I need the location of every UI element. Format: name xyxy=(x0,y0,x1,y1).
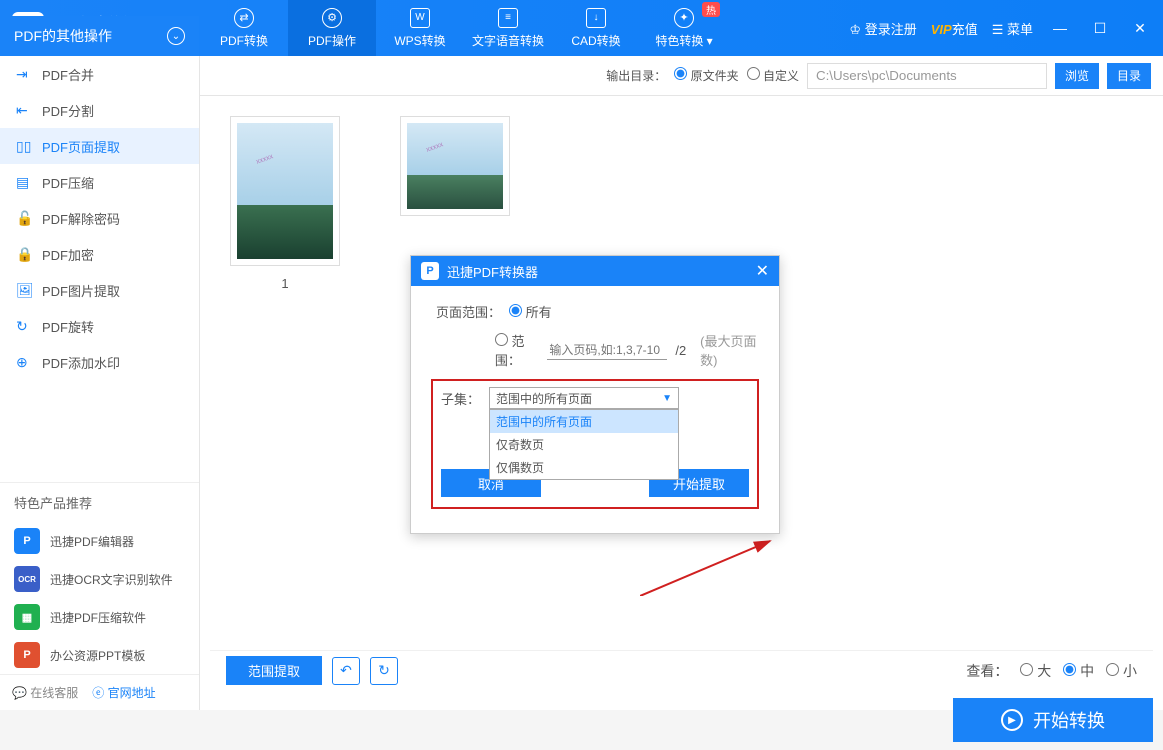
tab-cad-convert[interactable]: ↓CAD转换 xyxy=(552,0,640,56)
dialog-logo-icon: P xyxy=(421,262,439,280)
dialog-close-button[interactable]: ✕ xyxy=(756,261,769,281)
view-options: 查看： 大 中 小 xyxy=(966,661,1137,681)
undo-button[interactable]: ↶ xyxy=(332,657,360,685)
page-range-label: 页面范围： xyxy=(431,302,501,321)
sidebar-item-split[interactable]: ⇤PDF分割 xyxy=(0,92,199,128)
merge-icon: ⇥ xyxy=(16,66,32,83)
output-dir-label: 输出目录： xyxy=(606,67,666,84)
view-mid[interactable]: 中 xyxy=(1063,661,1094,681)
chevron-down-icon: ⌄ xyxy=(167,27,185,45)
subset-select[interactable]: 范围中的所有页面▼ 范围中的所有页面 仅奇数页 仅偶数页 xyxy=(489,387,679,409)
max-page-hint: (最大页面数) xyxy=(700,331,759,369)
radio-original-folder[interactable]: 原文件夹 xyxy=(674,67,738,84)
promo-ocr[interactable]: OCR迅捷OCR文字识别软件 xyxy=(0,560,199,598)
maximize-button[interactable]: ☐ xyxy=(1087,15,1113,41)
image-icon: 🖼 xyxy=(16,282,32,299)
thumbnail-1[interactable]: xxxxx 1 xyxy=(230,116,340,291)
view-big[interactable]: 大 xyxy=(1020,661,1051,681)
dropdown-triangle-icon: ▼ xyxy=(662,393,672,404)
thumbnail-image: xxxxx xyxy=(230,116,340,266)
sidebar-item-compress[interactable]: ▤PDF压缩 xyxy=(0,164,199,200)
plus-icon: ⊕ xyxy=(16,354,32,371)
login-link[interactable]: ♔ 登录注册 xyxy=(849,19,916,38)
sidebar-footer: 💬 在线客服 ⓔ 官网地址 xyxy=(0,674,199,710)
output-bar: 输出目录： 原文件夹 自定义 浏览 目录 xyxy=(200,56,1163,96)
sidebar-item-rotate[interactable]: ↻PDF旋转 xyxy=(0,308,199,344)
tab-pdf-convert[interactable]: ⇄PDF转换 xyxy=(200,0,288,56)
radio-custom-folder[interactable]: 自定义 xyxy=(747,67,799,84)
compress-icon: ▤ xyxy=(16,174,32,191)
thumbnail-image: xxxxx xyxy=(400,116,510,216)
thumbnail-label: 1 xyxy=(230,276,340,291)
promo-icon: P xyxy=(14,528,40,554)
extract-dialog: P 迅捷PDF转换器 ✕ 页面范围： 所有 范围： /2 (最大页面数) 子集：… xyxy=(410,255,780,534)
dialog-header: P 迅捷PDF转换器 ✕ xyxy=(411,256,779,286)
promo-header: 特色产品推荐 xyxy=(0,482,199,522)
view-label: 查看： xyxy=(966,661,1008,681)
dir-button[interactable]: 目录 xyxy=(1107,63,1151,89)
unlock-icon: 🔓 xyxy=(16,210,32,227)
close-button[interactable]: ✕ xyxy=(1127,15,1153,41)
browse-button[interactable]: 浏览 xyxy=(1055,63,1099,89)
bottom-bar: 范围提取 ↶ ↻ 查看： 大 中 小 xyxy=(210,650,1153,690)
dialog-body: 页面范围： 所有 范围： /2 (最大页面数) 子集： 范围中的所有页面▼ 范围… xyxy=(411,286,779,533)
gear-icon: ⚙ xyxy=(322,8,342,28)
lock-icon: 🔒 xyxy=(16,246,32,263)
top-tabs: ⇄PDF转换 ⚙PDF操作 WWPS转换 ≡文字语音转换 ↓CAD转换 热✦特色… xyxy=(200,0,728,56)
top-right-controls: ♔ 登录注册 VIP充值 ☰ 菜单 — ☐ ✕ xyxy=(849,15,1163,41)
online-service-link[interactable]: 💬 在线客服 xyxy=(12,684,78,701)
sidebar-header[interactable]: PDF的其他操作 ⌄ xyxy=(0,16,199,56)
subset-dropdown: 范围中的所有页面 仅奇数页 仅偶数页 xyxy=(489,409,679,480)
subset-highlight-box: 子集： 范围中的所有页面▼ 范围中的所有页面 仅奇数页 仅偶数页 取消 开始提取 xyxy=(431,379,759,509)
sidebar: PDF的其他操作 ⌄ ⇥PDF合并 ⇤PDF分割 ▯▯PDF页面提取 ▤PDF压… xyxy=(0,56,200,710)
voice-icon: ≡ xyxy=(498,8,518,28)
menu-link[interactable]: ☰ 菜单 xyxy=(992,19,1033,38)
option-odd[interactable]: 仅奇数页 xyxy=(490,433,678,456)
cad-icon: ↓ xyxy=(586,8,606,28)
sidebar-item-extract[interactable]: ▯▯PDF页面提取 xyxy=(0,128,199,164)
subset-label: 子集： xyxy=(441,389,481,408)
promo-icon: OCR xyxy=(14,566,40,592)
radio-all-pages[interactable]: 所有 xyxy=(509,302,552,321)
dialog-title: 迅捷PDF转换器 xyxy=(447,262,538,281)
star-icon: ✦ xyxy=(674,8,694,28)
website-link[interactable]: ⓔ 官网地址 xyxy=(92,684,155,701)
minimize-button[interactable]: — xyxy=(1047,15,1073,41)
promo-compress[interactable]: ▦迅捷PDF压缩软件 xyxy=(0,598,199,636)
wps-icon: W xyxy=(410,8,430,28)
sidebar-item-watermark[interactable]: ⊕PDF添加水印 xyxy=(0,344,199,380)
play-icon: ▶ xyxy=(1001,709,1023,731)
range-extract-button[interactable]: 范围提取 xyxy=(226,656,322,685)
tab-pdf-operate[interactable]: ⚙PDF操作 xyxy=(288,0,376,56)
promo-ppt[interactable]: P办公资源PPT模板 xyxy=(0,636,199,674)
option-all-in-range[interactable]: 范围中的所有页面 xyxy=(490,410,678,433)
promo-icon: ▦ xyxy=(14,604,40,630)
hot-badge: 热 xyxy=(702,2,720,17)
view-small[interactable]: 小 xyxy=(1106,661,1137,681)
convert-icon: ⇄ xyxy=(234,8,254,28)
rotate-icon: ↻ xyxy=(16,318,32,335)
sidebar-item-encrypt[interactable]: 🔒PDF加密 xyxy=(0,236,199,272)
annotation-arrow xyxy=(640,536,780,596)
promo-icon: P xyxy=(14,642,40,668)
sidebar-item-img-extract[interactable]: 🖼PDF图片提取 xyxy=(0,272,199,308)
start-convert-button[interactable]: ▶ 开始转换 xyxy=(953,698,1153,742)
total-pages: /2 xyxy=(675,343,686,358)
refresh-button[interactable]: ↻ xyxy=(370,657,398,685)
sidebar-item-unlock[interactable]: 🔓PDF解除密码 xyxy=(0,200,199,236)
split-icon: ⇤ xyxy=(16,102,32,119)
extract-icon: ▯▯ xyxy=(16,138,32,155)
output-path-input[interactable] xyxy=(807,63,1047,89)
option-even[interactable]: 仅偶数页 xyxy=(490,456,678,479)
radio-range-pages[interactable]: 范围： xyxy=(495,331,539,369)
tab-text-voice[interactable]: ≡文字语音转换 xyxy=(464,0,552,56)
tab-special-convert[interactable]: 热✦特色转换 ▾ xyxy=(640,0,728,56)
promo-pdf-editor[interactable]: P迅捷PDF编辑器 xyxy=(0,522,199,560)
sidebar-item-merge[interactable]: ⇥PDF合并 xyxy=(0,56,199,92)
vip-link[interactable]: VIP充值 xyxy=(931,19,978,38)
range-input[interactable] xyxy=(547,341,667,360)
tab-wps-convert[interactable]: WWPS转换 xyxy=(376,0,464,56)
